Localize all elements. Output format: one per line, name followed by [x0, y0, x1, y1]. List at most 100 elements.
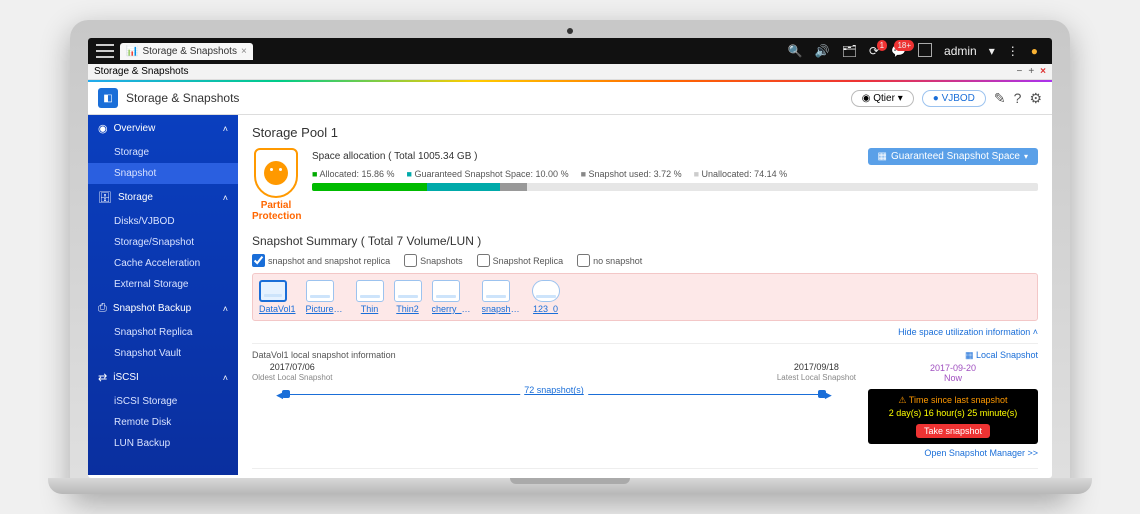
- local-snapshot-tag: ▦ Local Snapshot: [868, 350, 1038, 361]
- volume-strip: DataVol1 Picture_... Thin Thin2 cherry_V…: [252, 273, 1038, 321]
- sidebar-item-lun-backup[interactable]: LUN Backup: [88, 433, 238, 454]
- volume-icon[interactable]: 🔊: [815, 44, 830, 58]
- now-date: 2017-09-20: [868, 363, 1038, 373]
- protection-shield: Partial Protection: [252, 148, 300, 222]
- storage-icon: 🗄: [98, 191, 112, 204]
- sidebar-item-iscsi-storage[interactable]: iSCSI Storage: [88, 391, 238, 412]
- app-header: ◧ Storage & Snapshots ◉ Qtier ▾ ● VJBOD …: [88, 82, 1052, 115]
- maximize-icon[interactable]: +: [1028, 66, 1034, 77]
- app-icon: ◧: [98, 88, 118, 108]
- volume-datavol1[interactable]: DataVol1: [259, 280, 296, 314]
- sidebar-section-label: Storage: [118, 192, 153, 203]
- volume-icon: [394, 280, 422, 302]
- main-panel: Storage Pool 1 Partial Protection Space …: [238, 115, 1052, 475]
- volume-snapsho[interactable]: snapsho...: [482, 280, 522, 314]
- arrow-left-icon: ◀: [276, 390, 283, 401]
- now-label: Now: [868, 373, 1038, 383]
- notif-badge: 18+: [894, 40, 914, 51]
- search-icon[interactable]: 🔍: [788, 44, 803, 58]
- sidebar-section-iscsi[interactable]: ⇄iSCSI˄: [88, 364, 238, 391]
- overview-icon: ◉: [98, 122, 108, 135]
- sidebar-section-label: Snapshot Backup: [113, 303, 191, 314]
- volume-picture[interactable]: Picture_...: [306, 280, 346, 314]
- time-since-tooltip: ⚠ Time since last snapshot 2 day(s) 16 h…: [868, 389, 1038, 444]
- sidebar-item-cache[interactable]: Cache Acceleration: [88, 253, 238, 274]
- task-icon[interactable]: 🗂: [842, 44, 857, 58]
- warning-icon: ⚠: [898, 395, 906, 405]
- close-window-icon[interactable]: ×: [1040, 66, 1046, 77]
- sidebar-item-remote-disk[interactable]: Remote Disk: [88, 412, 238, 433]
- os-tab-storage[interactable]: 📊 Storage & Snapshots ×: [120, 43, 253, 60]
- volume-icon: [259, 280, 287, 302]
- summary-title: Snapshot Summary ( Total 7 Volume/LUN ): [252, 234, 1038, 248]
- alloc-legend: Allocated: 15.86 % Guaranteed Snapshot S…: [312, 169, 1038, 179]
- sidebar-item-disks[interactable]: Disks/VJBOD: [88, 211, 238, 232]
- sidebar-item-storage-snapshot[interactable]: Storage/Snapshot: [88, 232, 238, 253]
- take-snapshot-button[interactable]: Take snapshot: [916, 424, 990, 438]
- chevron-down-icon[interactable]: ▾: [989, 44, 995, 58]
- alloc-title: Space allocation ( Total 1005.34 GB ): [312, 151, 477, 162]
- window-titlebar: Storage & Snapshots − + ×: [88, 64, 1052, 80]
- shield-label: Partial Protection: [252, 200, 300, 222]
- snapshot-count-link[interactable]: 72 snapshot(s): [520, 385, 588, 395]
- volume-icon: [356, 280, 384, 302]
- dashboard-icon[interactable]: ●: [1031, 44, 1038, 58]
- time-since-value: 2 day(s) 16 hour(s) 25 minute(s): [876, 408, 1030, 418]
- volume-icon: [432, 280, 460, 302]
- volume-thin[interactable]: Thin: [356, 280, 384, 314]
- chevron-up-icon: ˄: [223, 193, 228, 203]
- window-title: Storage & Snapshots: [94, 66, 189, 77]
- sidebar-section-storage[interactable]: 🗄 Storage ˄: [88, 184, 238, 211]
- filter-snapshots[interactable]: Snapshots: [404, 254, 463, 267]
- sidebar-item-storage[interactable]: Storage: [88, 142, 238, 163]
- minimize-icon[interactable]: −: [1016, 66, 1022, 77]
- arrow-right-icon: ▶: [825, 390, 832, 401]
- sidebar-item-vault[interactable]: Snapshot Vault: [88, 343, 238, 364]
- volume-icon: [306, 280, 334, 302]
- tl-header: DataVol1 local snapshot information: [252, 350, 396, 360]
- chevron-up-icon: ˄: [223, 373, 228, 383]
- legend-unalloc: Unallocated: 74.14 %: [694, 169, 788, 179]
- util-title: Snapshot Space Utilization: [252, 468, 1038, 475]
- user-label[interactable]: admin: [944, 44, 977, 58]
- hamburger-icon[interactable]: [96, 44, 114, 58]
- qtier-button[interactable]: ◉ Qtier ▾: [851, 90, 914, 107]
- shield-icon: [254, 148, 298, 198]
- legend-gss: Guaranteed Snapshot Space: 10.00 %: [407, 169, 569, 179]
- volume-123-0[interactable]: 123_0: [532, 280, 560, 314]
- pool-title: Storage Pool 1: [252, 125, 1038, 140]
- legend-allocated: Allocated: 15.86 %: [312, 169, 395, 179]
- open-manager-link[interactable]: Open Snapshot Manager >>: [868, 448, 1038, 458]
- vjbod-button[interactable]: ● VJBOD: [922, 90, 986, 107]
- help-icon[interactable]: ?: [1014, 90, 1022, 106]
- sidebar-section-backup[interactable]: ⎙ Snapshot Backup ˄: [88, 295, 238, 322]
- hide-link[interactable]: Hide space utilization information ˄: [252, 327, 1038, 337]
- sidebar: ◉Overview˄ Storage Snapshot 🗄 Storage ˄ Di…: [88, 115, 238, 475]
- refresh-badge: 1: [877, 40, 887, 51]
- chevron-up-icon: ˄: [223, 124, 228, 134]
- sidebar-item-external[interactable]: External Storage: [88, 274, 238, 295]
- alloc-bar: [312, 183, 1038, 191]
- laptop-base: [48, 478, 1092, 494]
- user-avatar-icon[interactable]: [918, 43, 932, 60]
- sidebar-section-overview[interactable]: ◉Overview˄: [88, 115, 238, 142]
- more-icon[interactable]: ⋮: [1007, 44, 1019, 58]
- volume-thin2[interactable]: Thin2: [394, 280, 422, 314]
- sidebar-item-replica[interactable]: Snapshot Replica: [88, 322, 238, 343]
- refresh-icon[interactable]: ⟳1: [869, 44, 879, 58]
- notification-icon[interactable]: 💬18+: [891, 44, 906, 58]
- filter-replica[interactable]: Snapshot Replica: [477, 254, 564, 267]
- gear-icon[interactable]: ⚙: [1029, 90, 1042, 107]
- close-icon[interactable]: ×: [241, 46, 247, 57]
- filter-both[interactable]: snapshot and snapshot replica: [252, 254, 390, 267]
- gss-button[interactable]: ▦Guaranteed Snapshot Space: [868, 148, 1038, 165]
- app-title: Storage & Snapshots: [126, 91, 239, 105]
- filter-none[interactable]: no snapshot: [577, 254, 642, 267]
- backup-icon: ⎙: [98, 302, 107, 315]
- tl-latest: 2017/09/18Latest Local Snapshot: [777, 362, 856, 382]
- chevron-up-icon: ˄: [223, 304, 228, 314]
- volume-cherry[interactable]: cherry_V...: [432, 280, 472, 314]
- tl-oldest: 2017/07/06Oldest Local Snapshot: [252, 362, 333, 382]
- sidebar-item-snapshot[interactable]: Snapshot: [88, 163, 238, 184]
- wand-icon[interactable]: ✎: [994, 90, 1006, 107]
